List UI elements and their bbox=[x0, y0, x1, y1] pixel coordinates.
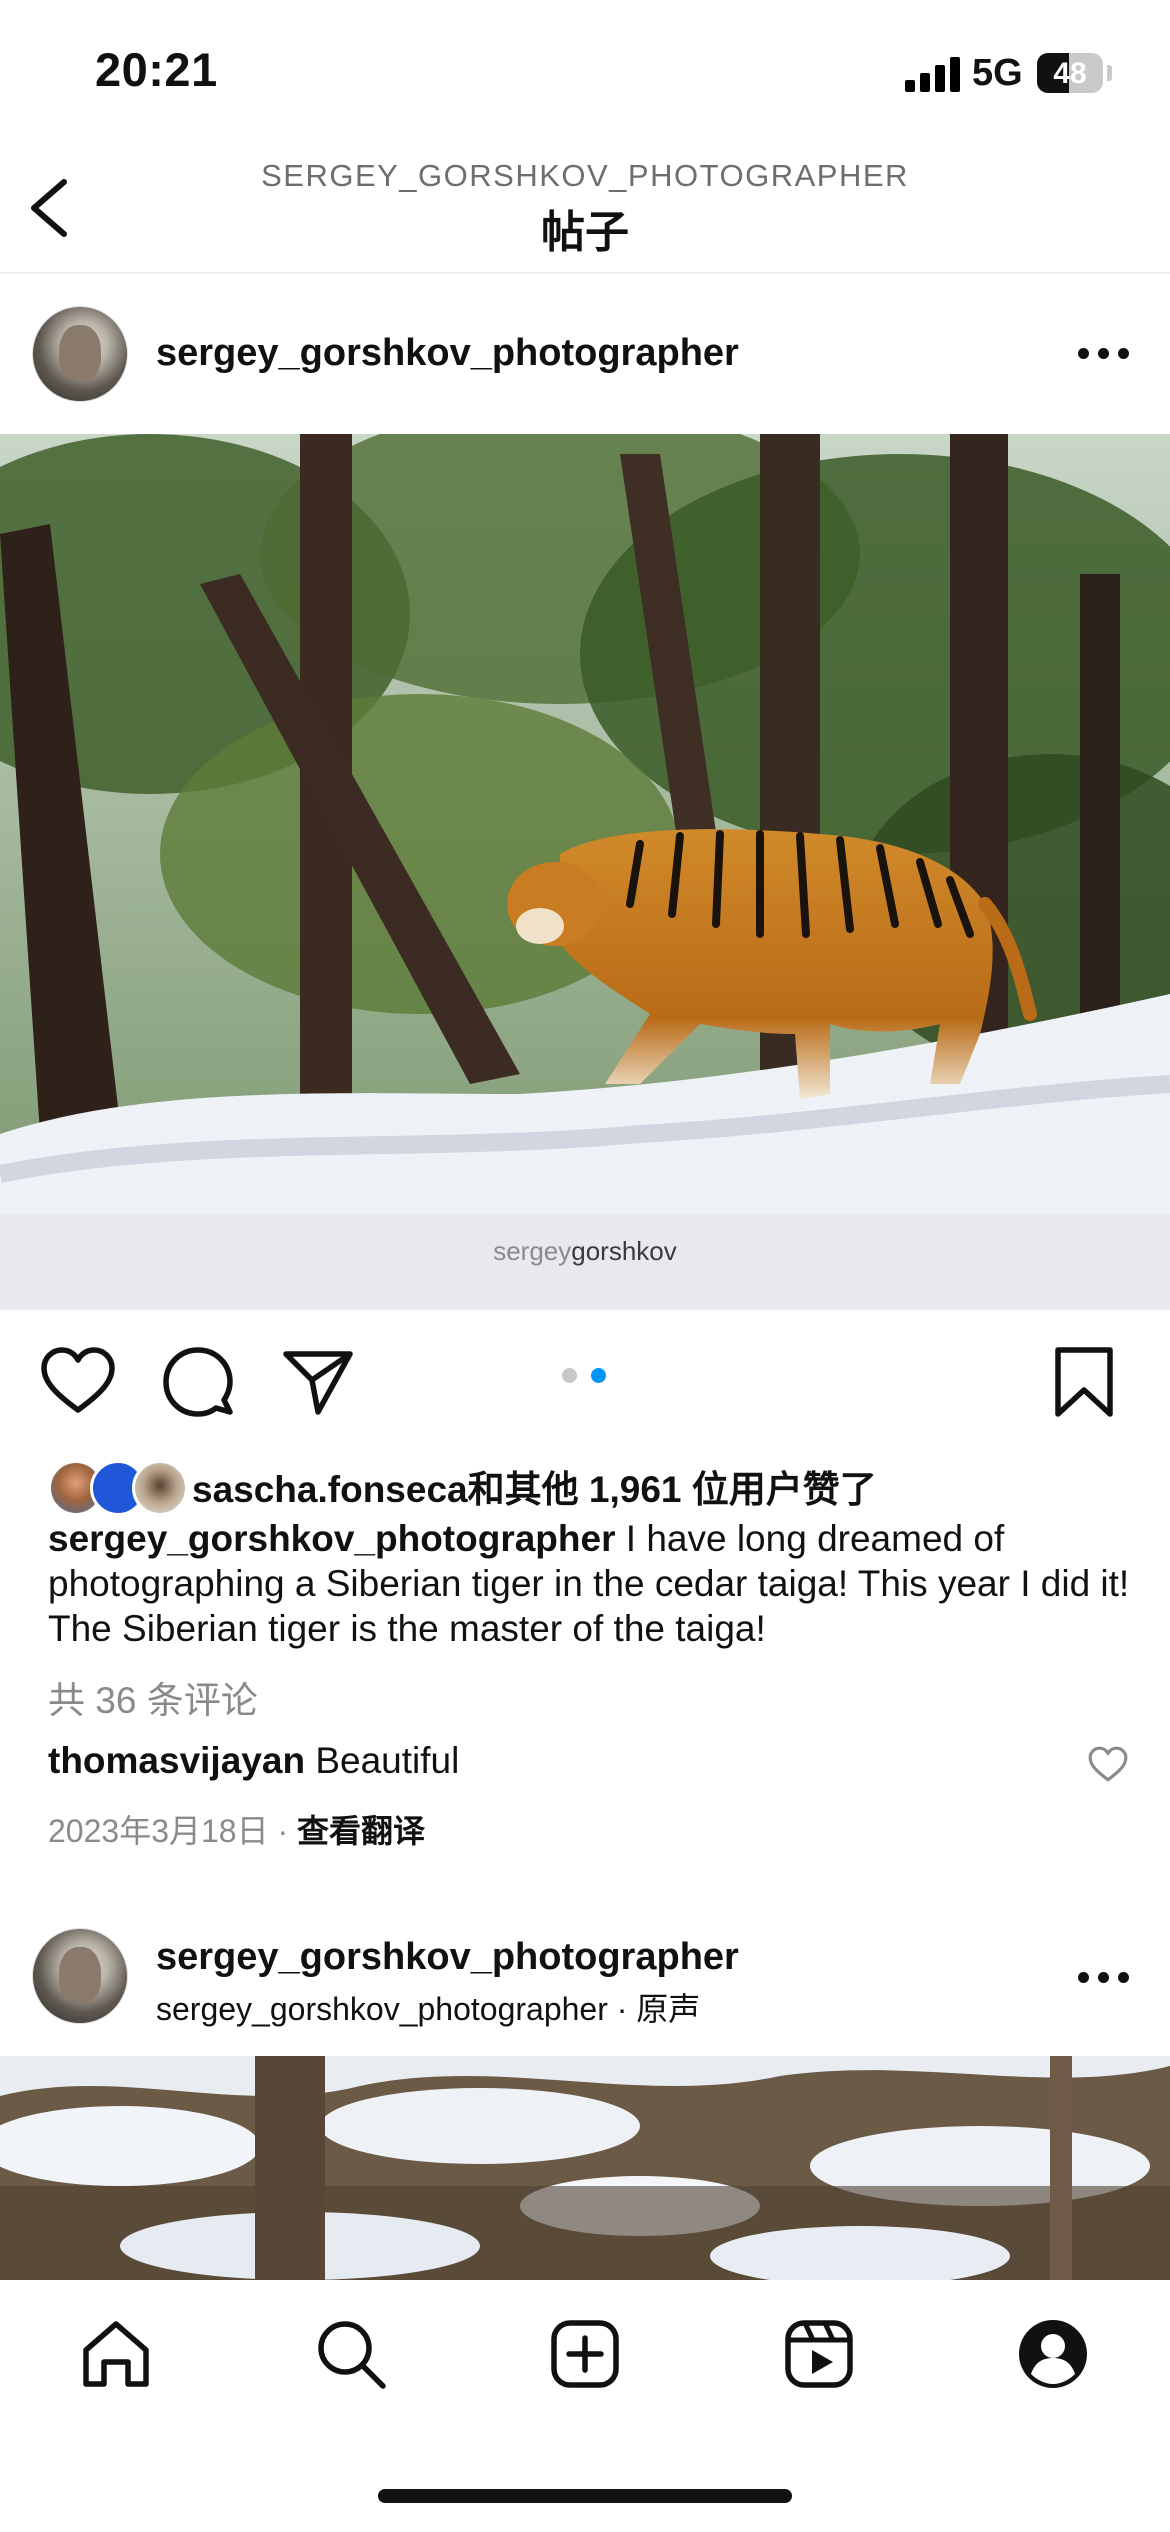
comment-text: Beautiful bbox=[315, 1740, 460, 1781]
avatar[interactable] bbox=[32, 1928, 128, 2024]
home-icon[interactable] bbox=[76, 2314, 156, 2394]
network-label: 5G bbox=[972, 52, 1023, 94]
post-photo[interactable] bbox=[0, 434, 1170, 1214]
battery-nub bbox=[1107, 65, 1112, 81]
liker-username[interactable]: sascha.fonseca bbox=[192, 1469, 468, 1510]
post-photo[interactable] bbox=[0, 2056, 1170, 2280]
create-icon[interactable] bbox=[545, 2314, 625, 2394]
comment-icon[interactable] bbox=[158, 1342, 238, 1422]
reels-icon[interactable] bbox=[779, 2314, 859, 2394]
liker-avatar[interactable] bbox=[132, 1460, 188, 1516]
status-time: 20:21 bbox=[95, 43, 218, 96]
page-title: 帖子 bbox=[541, 208, 629, 257]
bookmark-icon[interactable] bbox=[1044, 1342, 1124, 1422]
view-comments-link[interactable]: 共 36 条评论 bbox=[48, 1670, 258, 1724]
carousel-dot bbox=[562, 1368, 577, 1383]
post-date-row: 2023年3月18日 · 查看翻译 bbox=[48, 1813, 426, 1849]
header-divider bbox=[0, 272, 1170, 274]
carousel-dot-active bbox=[591, 1368, 606, 1383]
audio-label[interactable]: sergey_gorshkov_photographer · 原声 bbox=[156, 1984, 700, 2030]
battery-level: 48 bbox=[1053, 57, 1087, 90]
search-icon[interactable] bbox=[311, 2314, 391, 2394]
likes-summary[interactable]: sascha.fonseca和其他 1,961 位用户赞了 bbox=[192, 1459, 877, 1513]
comment-heart-icon[interactable] bbox=[1087, 1744, 1129, 1786]
watermark-light: sergey bbox=[493, 1236, 572, 1266]
comment-username[interactable]: thomasvijayan bbox=[48, 1740, 305, 1781]
post-username[interactable]: sergey_gorshkov_photographer bbox=[156, 332, 739, 375]
watermark-dark: gorshkov bbox=[571, 1236, 677, 1266]
header-username: SERGEY_GORSHKOV_PHOTOGRAPHER bbox=[261, 158, 909, 193]
post-date: 2023年3月18日 bbox=[48, 1813, 269, 1849]
share-icon[interactable] bbox=[278, 1342, 358, 1422]
battery-icon: 48 bbox=[1037, 53, 1103, 93]
likes-count-text: 和其他 1,961 位用户赞了 bbox=[467, 1469, 877, 1510]
see-translation-link[interactable]: 查看翻译 bbox=[297, 1813, 425, 1849]
home-indicator bbox=[378, 2489, 792, 2503]
more-icon[interactable] bbox=[1078, 348, 1130, 360]
profile-icon[interactable] bbox=[1013, 2314, 1093, 2394]
avatar[interactable] bbox=[32, 306, 128, 402]
post-caption: sergey_gorshkov_photographer I have long… bbox=[48, 1516, 1138, 1651]
caption-username[interactable]: sergey_gorshkov_photographer bbox=[48, 1518, 615, 1559]
top-comment: thomasvijayan Beautiful bbox=[48, 1740, 459, 1782]
more-icon[interactable] bbox=[1078, 1972, 1130, 1984]
post-username[interactable]: sergey_gorshkov_photographer bbox=[156, 1936, 739, 1979]
photo-watermark: sergeygorshkov bbox=[0, 1236, 1170, 1267]
heart-icon[interactable] bbox=[38, 1342, 118, 1422]
signal-icon bbox=[905, 56, 961, 92]
